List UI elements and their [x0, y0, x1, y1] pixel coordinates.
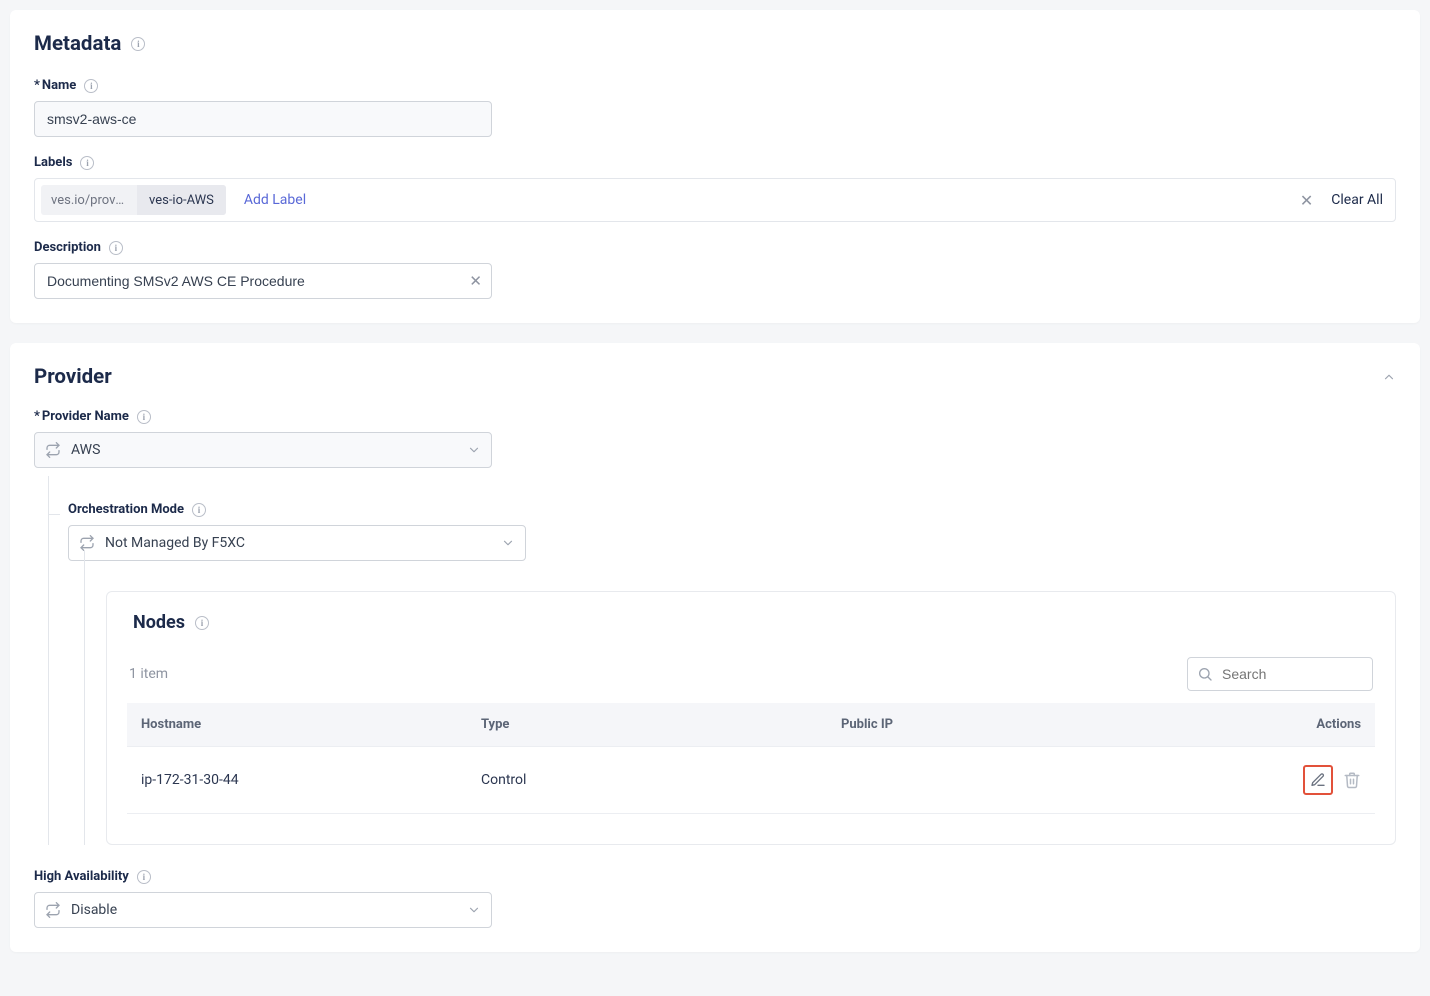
orchestration-select[interactable]: Not Managed By F5XC — [68, 525, 526, 561]
provider-name-select[interactable]: AWS — [34, 432, 492, 468]
ha-label: High Availability i — [34, 869, 1396, 884]
col-hostname: Hostname — [127, 703, 467, 747]
search-input[interactable] — [1187, 657, 1373, 691]
clear-labels-icon[interactable]: ✕ — [1294, 191, 1319, 210]
table-row: ip-172-31-30-44 Control — [127, 747, 1375, 814]
ha-select[interactable]: Disable — [34, 892, 492, 928]
provider-title-row: Provider — [34, 365, 1396, 389]
swap-icon — [45, 902, 61, 918]
orchestration-subsection: Orchestration Mode i Not Managed By F5XC… — [68, 486, 1396, 845]
description-label: Description i — [34, 240, 1396, 255]
chevron-down-icon — [467, 903, 481, 917]
swap-icon — [45, 442, 61, 458]
nodes-subsection: Nodes i 1 item Hostname — [106, 561, 1396, 845]
provider-card: Provider *Provider Name i AWS Orchestrat… — [10, 343, 1420, 952]
nodes-table: Hostname Type Public IP Actions ip-172-3… — [127, 703, 1375, 814]
info-icon[interactable]: i — [80, 156, 94, 170]
label-chip[interactable]: ves.io/provi... ves-io-AWS — [41, 185, 226, 215]
info-icon[interactable]: i — [109, 241, 123, 255]
name-input[interactable] — [34, 101, 492, 137]
labels-label: Labels i — [34, 155, 1396, 170]
description-input[interactable] — [34, 263, 492, 299]
delete-button[interactable] — [1343, 771, 1361, 789]
metadata-title-text: Metadata — [34, 32, 121, 56]
metadata-title: Metadata i — [34, 32, 1396, 56]
clear-description-icon[interactable]: ✕ — [469, 272, 482, 290]
orchestration-label: Orchestration Mode i — [68, 502, 1396, 517]
cell-type: Control — [467, 747, 827, 814]
ha-value: Disable — [71, 902, 117, 918]
chevron-up-icon[interactable] — [1382, 370, 1396, 384]
table-header-row: Hostname Type Public IP Actions — [127, 703, 1375, 747]
info-icon[interactable]: i — [195, 616, 209, 630]
info-icon[interactable]: i — [137, 870, 151, 884]
provider-name-value: AWS — [71, 442, 100, 458]
provider-title: Provider — [34, 365, 112, 389]
labels-container: ves.io/provi... ves-io-AWS Add Label ✕ C… — [34, 178, 1396, 222]
info-icon[interactable]: i — [137, 410, 151, 424]
swap-icon — [79, 535, 95, 551]
clear-all-button[interactable]: Clear All — [1331, 192, 1383, 208]
provider-title-text: Provider — [34, 365, 112, 389]
chevron-down-icon — [501, 536, 515, 550]
orchestration-value: Not Managed By F5XC — [105, 535, 245, 551]
nodes-panel: Nodes i 1 item Hostname — [106, 591, 1396, 845]
ha-field: High Availability i Disable — [34, 869, 1396, 928]
labels-field: Labels i ves.io/provi... ves-io-AWS Add … — [34, 155, 1396, 222]
label-chip-value: ves-io-AWS — [137, 185, 226, 215]
info-icon[interactable]: i — [131, 37, 145, 51]
metadata-card: Metadata i *Name i Labels i ves.io/provi… — [10, 10, 1420, 323]
add-label-button[interactable]: Add Label — [238, 192, 306, 208]
provider-name-label: *Provider Name i — [34, 409, 1396, 424]
edit-button[interactable] — [1303, 765, 1333, 795]
nodes-toolbar: 1 item — [127, 657, 1375, 703]
chevron-down-icon — [467, 443, 481, 457]
col-publicip: Public IP — [827, 703, 1235, 747]
col-actions: Actions — [1235, 703, 1375, 747]
info-icon[interactable]: i — [84, 79, 98, 93]
search-icon — [1197, 666, 1213, 682]
nodes-title: Nodes i — [127, 612, 1375, 633]
label-chip-key: ves.io/provi... — [41, 193, 137, 208]
cell-publicip — [827, 747, 1235, 814]
search-box — [1187, 657, 1373, 691]
cell-hostname: ip-172-31-30-44 — [127, 747, 467, 814]
col-type: Type — [467, 703, 827, 747]
nodes-count: 1 item — [129, 666, 168, 682]
info-icon[interactable]: i — [192, 503, 206, 517]
cell-actions — [1235, 747, 1375, 814]
name-label: *Name i — [34, 78, 1396, 93]
provider-name-field: *Provider Name i AWS — [34, 409, 1396, 468]
name-field: *Name i — [34, 78, 1396, 137]
description-field: Description i ✕ — [34, 240, 1396, 299]
